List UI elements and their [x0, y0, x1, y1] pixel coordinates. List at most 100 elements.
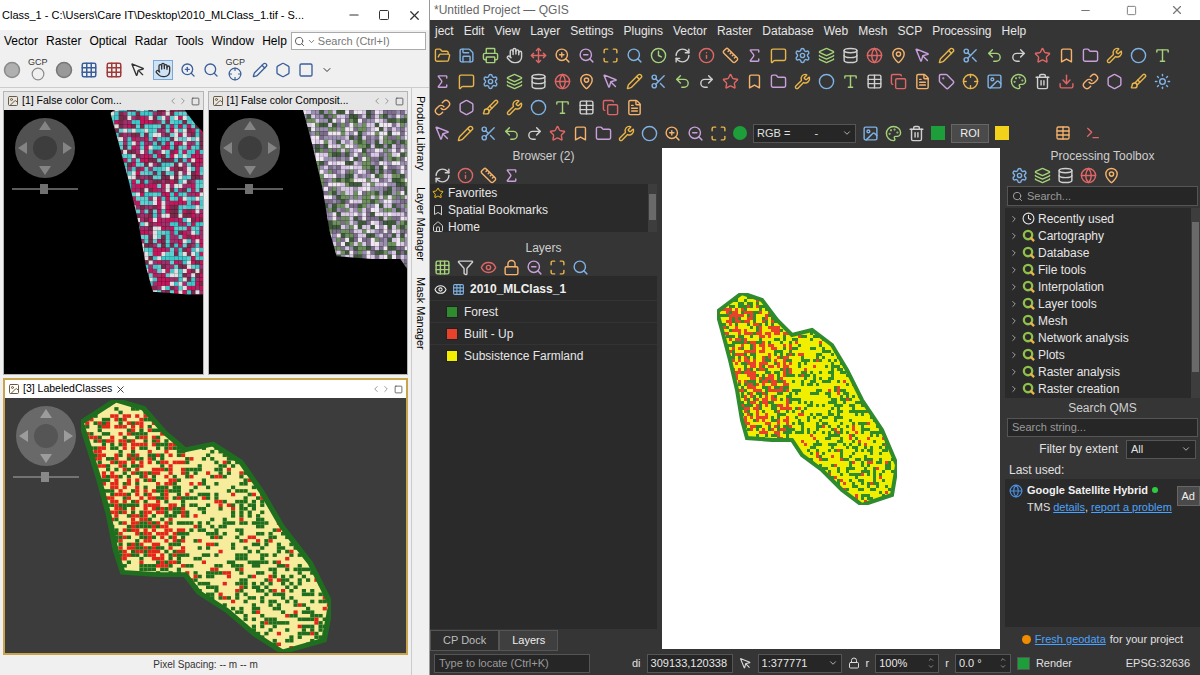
filter-icon[interactable]	[457, 259, 474, 276]
toolbox-item[interactable]: Raster analysis	[1005, 363, 1191, 380]
edit-icon[interactable]	[938, 47, 955, 64]
star-icon[interactable]	[722, 73, 739, 90]
undo-icon[interactable]	[674, 73, 691, 90]
select-icon[interactable]	[130, 62, 146, 78]
select-icon[interactable]	[434, 125, 451, 142]
layers-icon[interactable]	[506, 73, 523, 90]
table-icon[interactable]	[578, 99, 595, 116]
refresh-icon[interactable]	[434, 167, 451, 184]
gcp-tool[interactable]: GCP	[226, 58, 246, 81]
expand-icon[interactable]	[1009, 214, 1019, 224]
polygon-icon[interactable]	[275, 62, 291, 78]
search-icon[interactable]	[572, 259, 589, 276]
service-link[interactable]: details	[1053, 499, 1085, 516]
toolbox-search[interactable]: Search...	[1007, 186, 1198, 206]
circle-icon[interactable]	[530, 99, 547, 116]
redo-icon[interactable]	[1010, 47, 1027, 64]
maximize-button[interactable]	[1108, 5, 1154, 16]
zoom-in-icon[interactable]	[664, 125, 681, 142]
toolbox-item[interactable]: Network analysis	[1005, 329, 1191, 346]
crosshair-icon[interactable]	[962, 73, 979, 90]
copy-icon[interactable]	[602, 99, 619, 116]
wrench-icon[interactable]	[1106, 47, 1123, 64]
spin-arrows[interactable]	[927, 656, 935, 670]
label-icon[interactable]	[842, 73, 859, 90]
copy-icon[interactable]	[890, 73, 907, 90]
redo-icon[interactable]	[698, 73, 715, 90]
view-tab[interactable]: [3] LabeledClasses	[5, 380, 406, 398]
pin-search-icon[interactable]	[203, 62, 219, 78]
navigation-control-icon[interactable]	[11, 404, 81, 484]
document-icon[interactable]	[914, 73, 931, 90]
select-icon[interactable]	[914, 47, 931, 64]
grid-icon[interactable]	[105, 61, 123, 79]
tool-icon[interactable]	[3, 61, 21, 79]
scrollbar[interactable]	[648, 184, 657, 232]
label-icon[interactable]	[1154, 47, 1171, 64]
layer-row[interactable]: 2010_MLClass_1	[430, 278, 657, 300]
previous-icon[interactable]	[371, 384, 381, 394]
circle-icon[interactable]	[818, 73, 835, 90]
database-icon[interactable]	[842, 47, 859, 64]
sigma-icon[interactable]	[746, 47, 763, 64]
sigma-icon[interactable]	[434, 73, 451, 90]
polygon-icon[interactable]	[458, 99, 475, 116]
redo-icon[interactable]	[526, 125, 543, 142]
menu-item[interactable]: View	[489, 22, 525, 40]
maximize-icon[interactable]	[191, 97, 200, 106]
search-icon[interactable]	[626, 47, 643, 64]
folder-icon[interactable]	[595, 125, 612, 142]
image-view[interactable]: [1] False color Composit...	[208, 91, 409, 375]
sigma-icon[interactable]	[503, 167, 520, 184]
close-button[interactable]	[1154, 3, 1200, 17]
bookmark-icon[interactable]	[746, 73, 763, 90]
document-icon[interactable]	[626, 99, 643, 116]
close-button[interactable]	[399, 8, 429, 23]
folder-icon[interactable]	[1082, 47, 1099, 64]
menu-item[interactable]: Radar	[131, 32, 172, 50]
star-icon[interactable]	[1034, 47, 1051, 64]
table-icon[interactable]	[1055, 125, 1071, 141]
zoom-full-icon[interactable]	[710, 125, 727, 142]
band-set-select[interactable]: RGB =-	[753, 124, 856, 143]
image-view[interactable]: [3] LabeledClasses	[3, 378, 408, 655]
service-link[interactable]: report a problem	[1091, 499, 1172, 516]
menu-item[interactable]: SCP	[892, 22, 927, 40]
refresh-icon[interactable]	[674, 47, 691, 64]
terminal-icon[interactable]	[1085, 125, 1101, 141]
maximize-button[interactable]	[369, 9, 399, 21]
maximize-icon[interactable]	[394, 385, 403, 394]
menu-item[interactable]: Plugins	[619, 22, 668, 40]
toolbox-item[interactable]: Mesh	[1005, 312, 1191, 329]
tag-icon[interactable]	[938, 73, 955, 90]
zoom-full-icon[interactable]	[602, 47, 619, 64]
globe-icon[interactable]	[554, 73, 571, 90]
menu-item[interactable]: Mesh	[853, 22, 892, 40]
database-icon[interactable]	[1057, 167, 1074, 184]
pin-icon[interactable]	[1103, 167, 1120, 184]
rotation-spinbox[interactable]: 0.0 °	[955, 654, 1011, 673]
lock-icon[interactable]	[503, 259, 520, 276]
annotation-icon[interactable]	[770, 47, 787, 64]
clock-icon[interactable]	[650, 47, 667, 64]
image-canvas[interactable]	[4, 110, 203, 374]
map-canvas[interactable]	[662, 148, 1000, 649]
pin-icon[interactable]	[890, 47, 907, 64]
eye-icon[interactable]	[480, 259, 497, 276]
edit-icon[interactable]	[457, 125, 474, 142]
side-tab[interactable]: Layer Manager	[412, 187, 429, 261]
dock-tab[interactable]: CP Dock	[430, 630, 499, 651]
sun-icon[interactable]	[1154, 73, 1171, 90]
toolbox-item[interactable]: Recently used	[1005, 210, 1191, 227]
side-tab[interactable]: Product Library	[412, 96, 429, 171]
image-canvas[interactable]	[209, 110, 408, 374]
menu-item[interactable]: Window	[207, 32, 258, 50]
wrench-icon[interactable]	[618, 125, 635, 142]
menu-item[interactable]: Vector	[668, 22, 712, 40]
visibility-icon[interactable]	[434, 283, 447, 296]
minimize-button[interactable]	[339, 8, 369, 22]
menu-item[interactable]: Help	[258, 32, 291, 50]
pin-icon[interactable]	[578, 73, 595, 90]
filter-select[interactable]: All	[1126, 440, 1196, 459]
menu-item[interactable]: Help	[997, 22, 1032, 40]
